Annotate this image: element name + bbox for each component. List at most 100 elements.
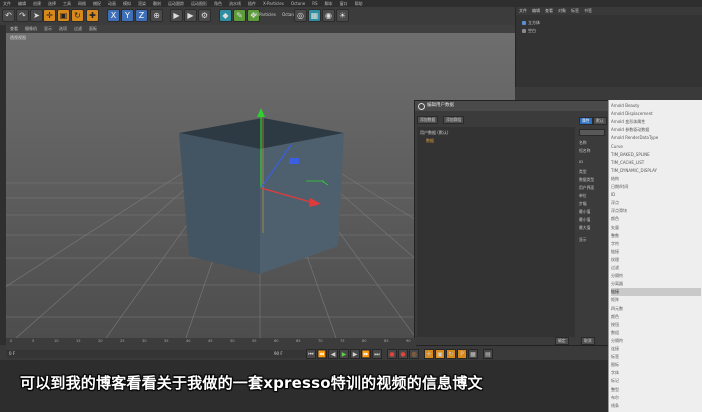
go-to-end-icon[interactable]: ⏭ <box>372 349 382 359</box>
viewport-menu-item-5[interactable]: 面板 <box>89 25 97 33</box>
dropdown-option-7[interactable]: TIM_CACHE_LIST <box>611 159 701 167</box>
viewport-menu-item-3[interactable]: 选项 <box>59 25 67 33</box>
dropdown-option-30[interactable]: 连接 <box>611 345 701 353</box>
menu-item-3[interactable]: 选择 <box>48 0 56 7</box>
dropdown-option-32[interactable]: 图标 <box>611 361 701 369</box>
dropdown-option-17[interactable]: 字符 <box>611 240 701 248</box>
menu-item-7[interactable]: 动画 <box>108 0 116 7</box>
dropdown-option-37[interactable]: 线条 <box>611 402 701 410</box>
scale-tool-icon[interactable]: ▣ <box>57 9 70 22</box>
dropdown-option-19[interactable]: 纹理 <box>611 256 701 264</box>
dropdown-option-26[interactable]: 颜色 <box>611 313 701 321</box>
tree-item-data[interactable]: 数据 <box>426 138 434 144</box>
dropdown-option-2[interactable]: Arnold 变形体属性 <box>611 118 701 126</box>
object-row-null[interactable]: 空白 <box>522 28 536 34</box>
dropdown-option-16[interactable]: 整数 <box>611 232 701 240</box>
next-frame-icon[interactable]: ▶ <box>350 349 360 359</box>
deformer-icon[interactable]: ◎ <box>294 9 307 22</box>
dropdown-option-3[interactable]: Arnold 参数驱动数据 <box>611 126 701 134</box>
menu-item-21[interactable]: 帮助 <box>355 0 363 7</box>
menu-item-1[interactable]: 编辑 <box>18 0 26 7</box>
menu-item-2[interactable]: 创建 <box>33 0 41 7</box>
dropdown-option-27[interactable]: 按钮 <box>611 321 701 329</box>
render-settings-icon[interactable]: ⚙ <box>198 9 211 22</box>
dropdown-option-12[interactable]: 浮点 <box>611 199 701 207</box>
key-position-icon[interactable]: ✛ <box>424 349 434 359</box>
dropdown-option-4[interactable]: Arnold RenderDataType <box>611 134 701 142</box>
object-menu-item-2[interactable]: 查看 <box>545 7 553 15</box>
dropdown-option-10[interactable]: 日期/时间 <box>611 183 701 191</box>
redo-icon[interactable]: ↷ <box>16 9 29 22</box>
pen-spline-icon[interactable]: ✎ <box>233 9 246 22</box>
name-field[interactable] <box>579 129 605 136</box>
dropdown-option-9[interactable]: 结构 <box>611 175 701 183</box>
object-menu-item-0[interactable]: 文件 <box>519 7 527 15</box>
dropdown-option-8[interactable]: TIM_DYNAMIC_DISPLAY <box>611 167 701 175</box>
menu-item-6[interactable]: 捕捉 <box>93 0 101 7</box>
record-icon[interactable]: ● <box>387 349 397 359</box>
undo-icon[interactable]: ↶ <box>2 9 15 22</box>
dropdown-option-25[interactable]: 四元数 <box>611 305 701 313</box>
key-scale-icon[interactable]: ▣ <box>435 349 445 359</box>
move-tool-icon[interactable]: ✛ <box>43 9 56 22</box>
menu-item-15[interactable]: 插件 <box>248 0 256 7</box>
menu-item-18[interactable]: RS <box>312 0 317 7</box>
dropdown-option-14[interactable]: 颜色 <box>611 215 701 223</box>
play-icon[interactable]: ▶ <box>339 349 349 359</box>
key-rotation-icon[interactable]: ↻ <box>446 349 456 359</box>
render-picture-viewer-icon[interactable]: ▶ <box>184 9 197 22</box>
dropdown-option-0[interactable]: Arnold Beauty <box>611 102 701 110</box>
viewport-menu-item-1[interactable]: 摄像机 <box>25 25 37 33</box>
object-row-cube[interactable]: 立方体 <box>522 20 540 26</box>
dropdown-option-23[interactable]: 链接 <box>611 288 701 297</box>
dropdown-option-21[interactable]: 分隔符 <box>611 272 701 280</box>
dropdown-option-28[interactable]: 数组 <box>611 329 701 337</box>
render-view-icon[interactable]: ▶ <box>170 9 183 22</box>
menu-item-20[interactable]: 窗口 <box>340 0 348 7</box>
end-frame[interactable]: 90 F <box>274 351 283 356</box>
menu-item-9[interactable]: 渲染 <box>138 0 146 7</box>
object-menu-item-3[interactable]: 对象 <box>558 7 566 15</box>
menu-item-17[interactable]: Octane <box>291 0 305 7</box>
menu-item-8[interactable]: 模拟 <box>123 0 131 7</box>
key-parameter-icon[interactable]: P <box>457 349 467 359</box>
menu-item-4[interactable]: 工具 <box>63 0 71 7</box>
rotate-tool-icon[interactable]: ↻ <box>71 9 84 22</box>
previous-key-icon[interactable]: ⏪ <box>317 349 327 359</box>
tab-properties[interactable]: 属性 <box>579 117 593 125</box>
dropdown-option-31[interactable]: 标签 <box>611 353 701 361</box>
timeline-window-icon[interactable]: ▤ <box>483 349 493 359</box>
select-pointer-icon[interactable]: ➤ <box>30 9 43 22</box>
frame-range-bar[interactable]: 0 F 90 F <box>6 350 306 358</box>
light-icon[interactable]: ☀ <box>336 9 349 22</box>
viewport-menu-item-2[interactable]: 显示 <box>44 25 52 33</box>
menu-item-19[interactable]: 脚本 <box>325 0 333 7</box>
dropdown-option-22[interactable]: 分离器 <box>611 280 701 288</box>
viewport-menu-item-4[interactable]: 过滤 <box>74 25 82 33</box>
next-key-icon[interactable]: ⏩ <box>361 349 371 359</box>
menu-item-0[interactable]: 文件 <box>3 0 11 7</box>
dropdown-option-1[interactable]: Arnold Displacement <box>611 110 701 118</box>
menu-item-10[interactable]: 雕刻 <box>153 0 161 7</box>
environment-icon[interactable]: ▦ <box>308 9 321 22</box>
object-menu-item-1[interactable]: 编辑 <box>532 7 540 15</box>
ok-button[interactable]: 确定 <box>555 337 569 345</box>
autokey-icon[interactable]: ● <box>398 349 408 359</box>
recent-tool-icon[interactable]: ✚ <box>86 9 99 22</box>
viewport-menu-item-0[interactable]: 查看 <box>10 25 18 33</box>
menu-item-16[interactable]: X-Particles <box>263 0 284 7</box>
cancel-button[interactable]: 取消 <box>581 337 595 345</box>
dropdown-option-18[interactable]: 链接 <box>611 248 701 256</box>
tab-default[interactable]: 默认 <box>593 117 607 125</box>
previous-frame-icon[interactable]: ◀ <box>328 349 338 359</box>
dropdown-option-24[interactable]: 矩阵 <box>611 296 701 304</box>
dropdown-option-20[interactable]: 过滤 <box>611 264 701 272</box>
add-data-button[interactable]: 添加数据 <box>417 116 439 124</box>
dropdown-option-15[interactable]: 矢量 <box>611 224 701 232</box>
dropdown-option-11[interactable]: ID <box>611 191 701 199</box>
camera-icon[interactable]: ◉ <box>322 9 335 22</box>
z-axis-button[interactable]: Z <box>135 9 148 22</box>
y-axis-button[interactable]: Y <box>121 9 134 22</box>
menu-item-12[interactable]: 运动图形 <box>191 0 207 7</box>
tree-item-root[interactable]: 用户数据 (默认) <box>420 130 448 136</box>
